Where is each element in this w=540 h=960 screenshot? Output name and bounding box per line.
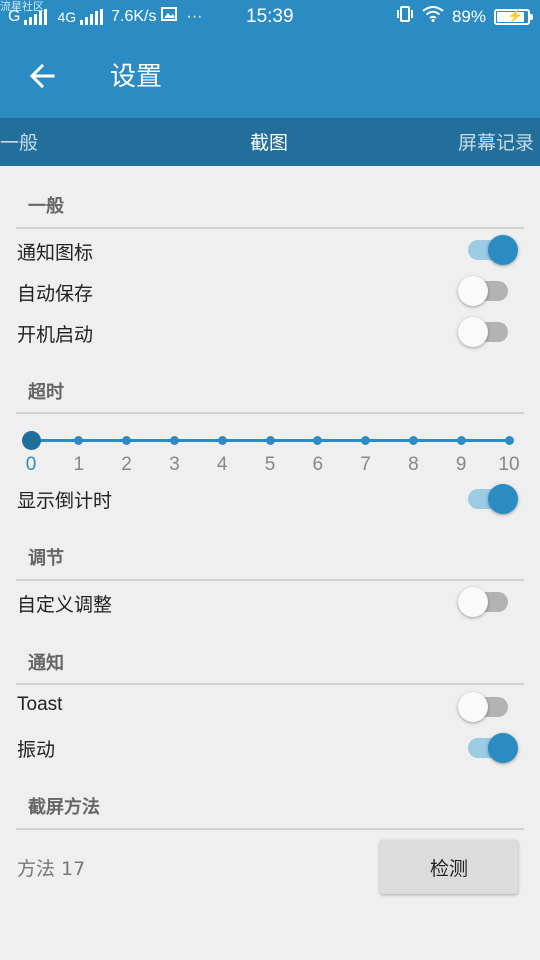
- app-bar: 设置: [0, 34, 540, 118]
- network-type-label: 4G: [57, 8, 77, 25]
- slider-tick-label: 7: [360, 454, 371, 475]
- slider-tick-label: 8: [408, 454, 419, 475]
- auto-save-switch[interactable]: [458, 274, 520, 308]
- arrow-left-icon: [29, 63, 55, 89]
- divider: [16, 828, 524, 830]
- tab-screenshot[interactable]: 截图: [250, 128, 288, 155]
- slider-thumb[interactable]: [21, 431, 41, 450]
- section-header-adjust: 调节: [28, 548, 64, 569]
- slider-tick: [169, 436, 179, 445]
- slider-tick: [313, 436, 323, 445]
- slider-tick-label: 0: [25, 454, 37, 475]
- boot-start-switch[interactable]: [458, 315, 520, 349]
- countdown-label: 显示倒计时: [17, 490, 113, 512]
- slider-tick-label: 4: [216, 454, 228, 475]
- section-header-capture-method: 截屏方法: [28, 797, 100, 818]
- custom-adjust-switch[interactable]: [458, 585, 520, 619]
- toast-label: Toast: [17, 694, 63, 715]
- slider-tick-label: 5: [264, 454, 276, 475]
- slider-tick-label: 3: [169, 454, 180, 475]
- notify-icon-label: 通知图标: [17, 242, 94, 264]
- boot-start-label: 开机启动: [17, 324, 94, 346]
- net-speed: 7.6K/s: [111, 7, 157, 25]
- status-bar: 流星社区 G 4G 7.6K/s ··· 15:39 89% ⚡: [0, 0, 540, 34]
- detect-button[interactable]: 检测: [380, 840, 518, 894]
- battery-icon: ⚡: [494, 8, 533, 25]
- divider: [16, 227, 524, 229]
- divider: [16, 579, 524, 581]
- countdown-switch[interactable]: [468, 482, 520, 516]
- divider: [16, 683, 524, 685]
- wifi-icon: [422, 6, 444, 27]
- auto-save-label: 自动保存: [17, 283, 94, 305]
- slider-tick: [456, 436, 466, 445]
- slider-tick-label: 10: [498, 454, 520, 475]
- clock: 15:39: [246, 6, 294, 27]
- slider-tick: [408, 436, 418, 445]
- notify-icon-switch[interactable]: [468, 233, 520, 267]
- vibrate-switch[interactable]: [468, 731, 520, 765]
- tab-general[interactable]: 一般: [0, 128, 38, 155]
- custom-adjust-label: 自定义调整: [17, 594, 113, 616]
- back-button[interactable]: [22, 56, 62, 96]
- more-indicator: ···: [186, 7, 203, 25]
- capture-method-value: 方法 17: [17, 858, 86, 880]
- slider-tick: [504, 436, 514, 445]
- timeout-slider[interactable]: 0 1 2 3 4 5 6 7 8 9 10: [21, 428, 520, 475]
- slider-tick-label: 2: [121, 454, 132, 475]
- settings-content: 一般 通知图标 自动保存 开机启动 超时 0 1 2 3 4 5 6 7 8 9 10 显示倒计时 …: [0, 166, 540, 960]
- carrier-label: G: [8, 7, 21, 25]
- vibrate-icon: [396, 6, 414, 27]
- status-left: G 4G 7.6K/s ···: [8, 7, 202, 26]
- vibrate-label: 振动: [17, 739, 56, 761]
- slider-tick-label: 9: [455, 454, 467, 475]
- slider-tick: [217, 436, 227, 445]
- status-right: 89% ⚡: [396, 6, 533, 27]
- image-notification-icon: [160, 7, 177, 26]
- slider-tick: [265, 436, 275, 445]
- slider-tick-label: 1: [73, 454, 85, 475]
- slider-tick: [361, 436, 371, 445]
- divider: [16, 412, 524, 414]
- section-header-timeout: 超时: [28, 382, 64, 403]
- section-header-general: 一般: [28, 196, 64, 217]
- signal-icon-2: [80, 8, 104, 25]
- signal-icon: [24, 8, 48, 25]
- tab-screen-record[interactable]: 屏幕记录: [458, 128, 534, 155]
- tab-bar: 一般 截图 屏幕记录: [0, 118, 540, 166]
- slider-tick: [74, 436, 84, 445]
- slider-tick-label: 6: [312, 454, 324, 475]
- section-header-notify: 通知: [28, 653, 64, 674]
- slider-tick: [122, 436, 132, 445]
- battery-percent: 89%: [451, 6, 486, 26]
- toast-switch[interactable]: [458, 690, 520, 724]
- page-title: 设置: [110, 62, 163, 92]
